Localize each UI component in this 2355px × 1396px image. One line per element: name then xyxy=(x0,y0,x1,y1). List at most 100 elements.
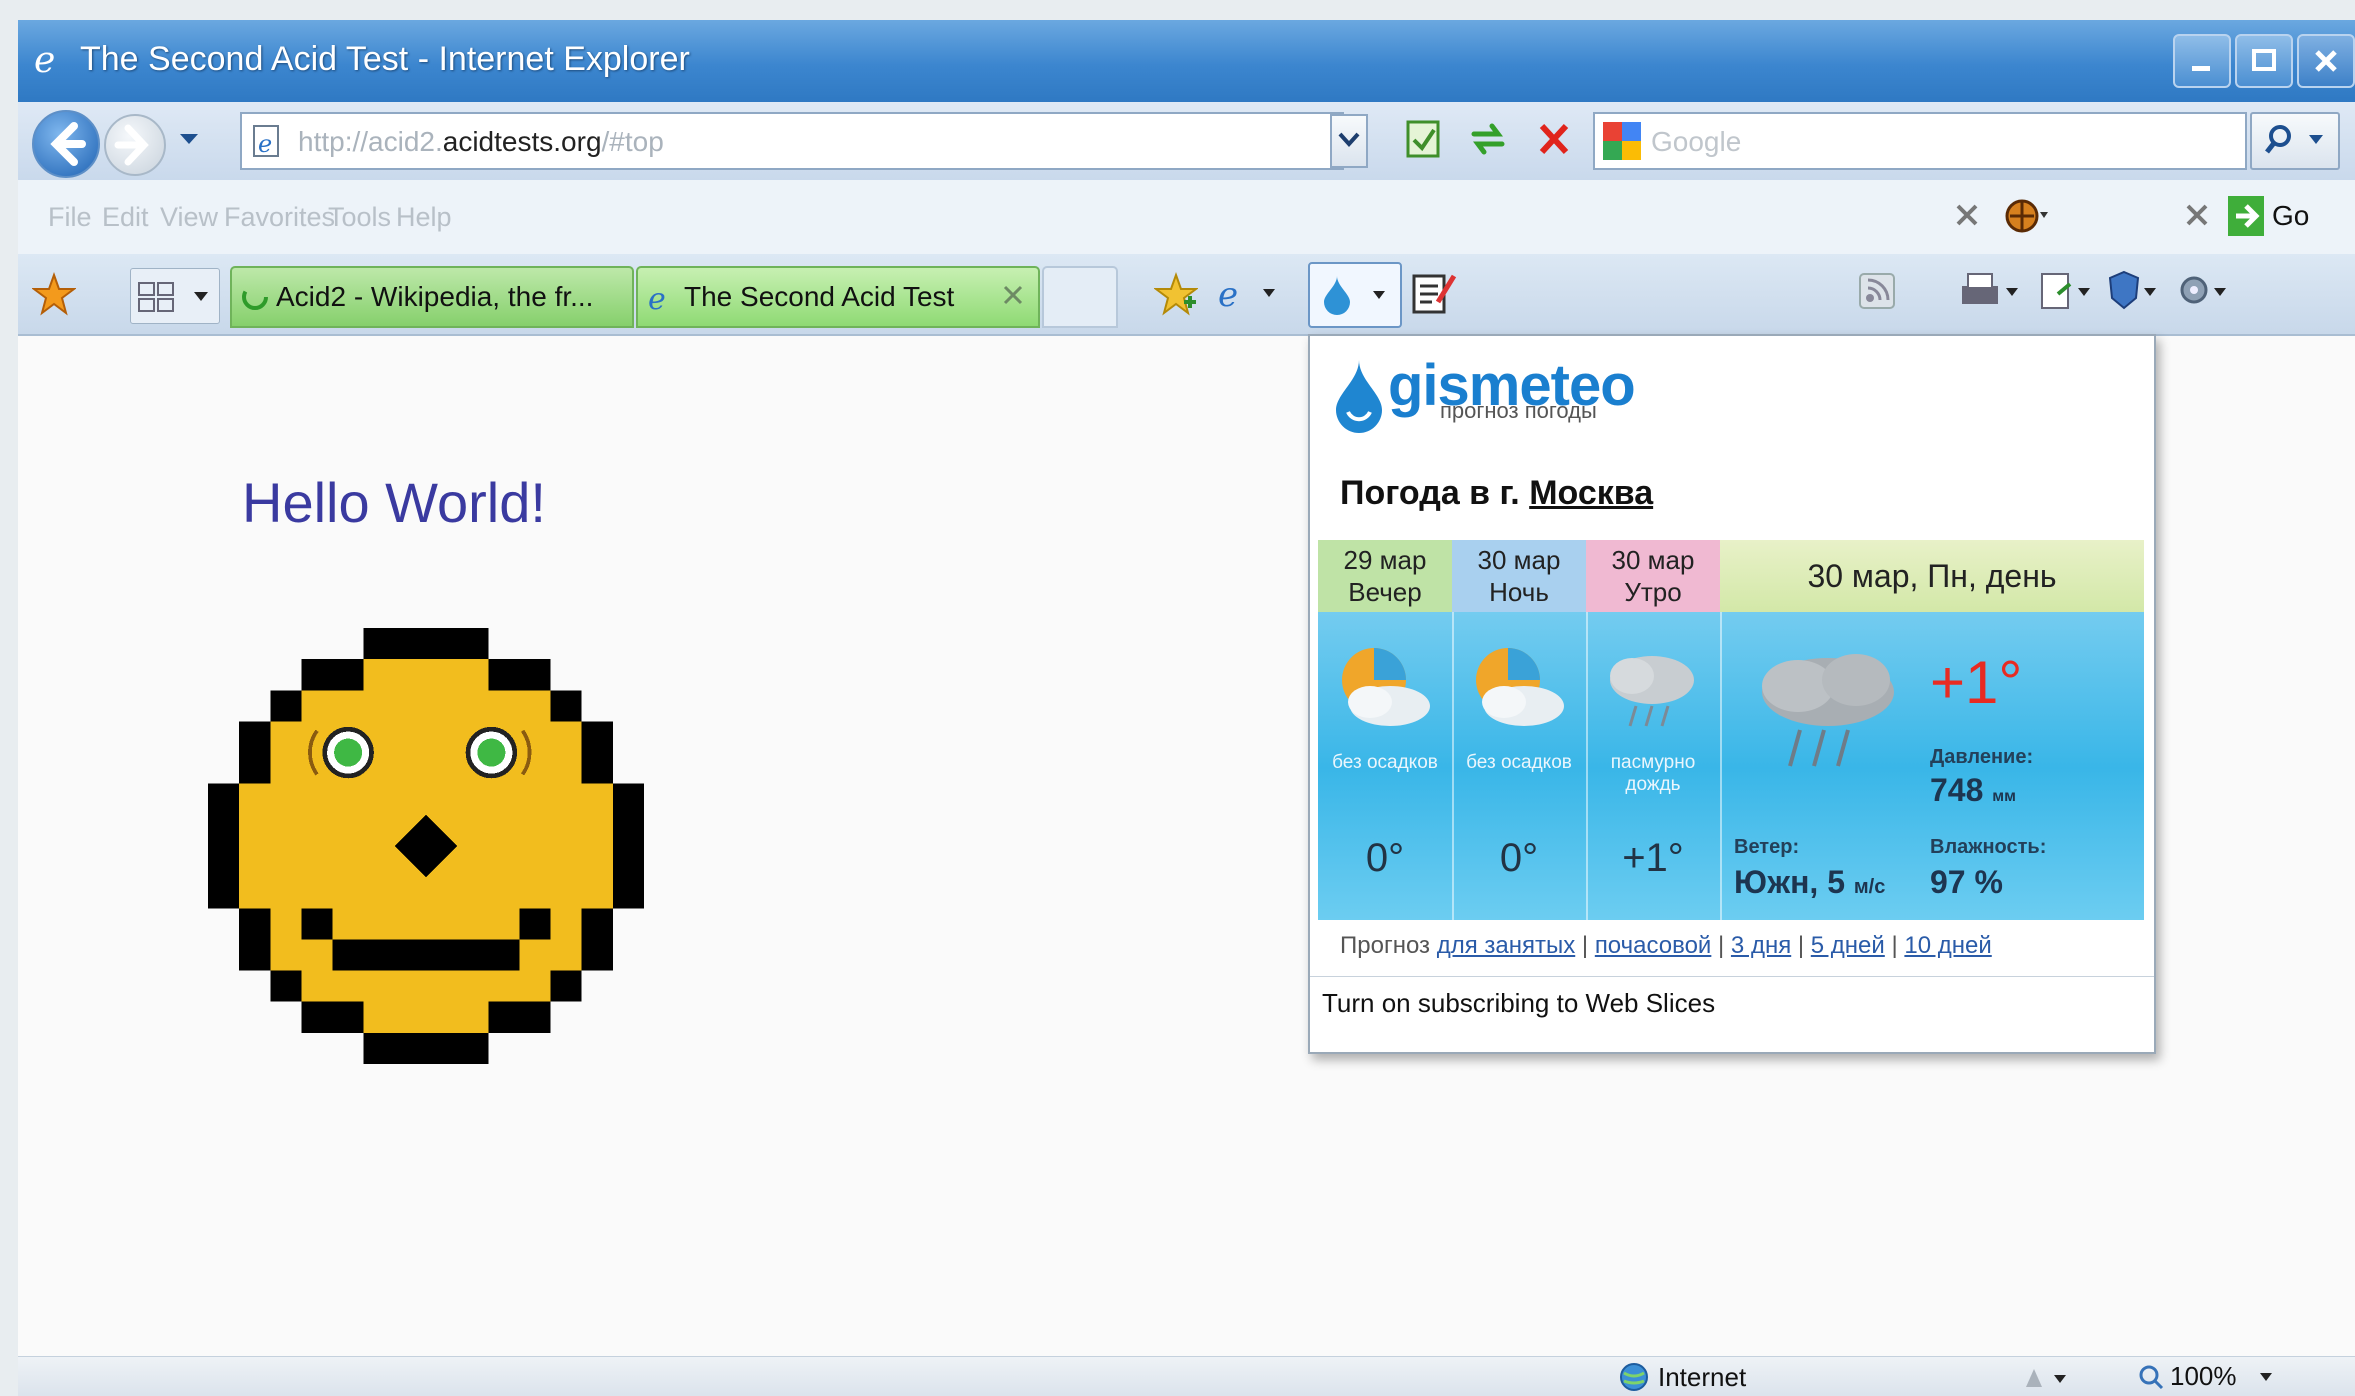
page-menu-icon[interactable] xyxy=(2038,270,2094,314)
rss-feed-icon[interactable] xyxy=(1858,272,1898,312)
zoom-icon xyxy=(2139,1365,2164,1389)
forecast-column-header: 30 мар Ночь xyxy=(1452,540,1586,612)
go-label: Go xyxy=(2272,200,2310,231)
web-slice-popup: gismeteo прогноз погоды Погода в г. Моск… xyxy=(1308,334,2156,1054)
tab-list-chevron-icon xyxy=(194,292,208,301)
toolbar-addon-icon[interactable] xyxy=(2004,196,2050,236)
print-icon[interactable] xyxy=(1958,272,2018,312)
forecast-link-busy[interactable]: для занятых xyxy=(1437,932,1576,959)
tab-label: The Second Acid Test xyxy=(684,281,955,312)
favorites-star-icon[interactable] xyxy=(32,272,76,316)
forecast-date: 29 мар xyxy=(1343,545,1427,575)
gismeteo-drop-icon xyxy=(1336,360,1382,433)
menu-file[interactable]: File xyxy=(48,202,92,233)
globe-icon xyxy=(1620,1363,1648,1391)
forecast-link-3-days[interactable]: 3 дня xyxy=(1731,932,1791,959)
close-links-toolbar-icon[interactable] xyxy=(2184,202,2210,228)
forecast-period: Ночь xyxy=(1489,577,1549,607)
protected-mode-icon[interactable] xyxy=(2018,1363,2072,1393)
status-bar: Internet 100% xyxy=(18,1356,2355,1396)
weather-forecast-grid: 29 мар Вечер без осадков 0° 30 мар Ночь бе… xyxy=(1318,540,2144,920)
menu-help[interactable]: Help xyxy=(396,202,452,233)
forecast-period: Утро xyxy=(1624,577,1682,607)
svg-text:e: e xyxy=(258,130,272,158)
forecast-date: 30 мар xyxy=(1477,545,1561,575)
menu-tools[interactable]: Tools xyxy=(328,202,391,233)
feeds-dropdown-button[interactable]: e xyxy=(1216,268,1282,322)
current-conditions: 30 мар, Пн, день +1° Давление: 748 мм Ве… xyxy=(1720,540,2144,920)
forecast-links: Прогноз для занятых | почасовой | 3 дня … xyxy=(1340,932,1992,959)
refresh-icon xyxy=(1471,123,1505,155)
partly-cloudy-night-icon xyxy=(1342,648,1430,726)
forecast-link-5-days[interactable]: 5 дней xyxy=(1811,932,1885,959)
tab-acid2-wikipedia[interactable]: Acid2 - Wikipedia, the fr... xyxy=(230,266,634,328)
current-temperature: +1° xyxy=(1930,649,2023,716)
search-input[interactable]: Google xyxy=(1593,112,2247,170)
back-button[interactable] xyxy=(32,110,100,178)
forecast-period: Вечер xyxy=(1348,577,1422,607)
maximize-icon xyxy=(2252,49,2276,71)
forecast-column-morning: 30 мар Утро пасмурно дождь +1° xyxy=(1586,540,1722,920)
chevron-down-icon xyxy=(1338,132,1360,147)
tab-second-acid-test[interactable]: e The Second Acid Test xyxy=(636,266,1040,328)
forecast-temperature: +1° xyxy=(1622,836,1684,880)
go-button[interactable]: Go xyxy=(2226,192,2309,240)
menu-view[interactable]: View xyxy=(160,202,218,233)
city-link[interactable]: Москва xyxy=(1529,474,1653,512)
ie-page-icon: e xyxy=(648,282,666,313)
subscribe-web-slices-link[interactable]: Turn on subscribing to Web Slices xyxy=(1322,988,1715,1019)
compatibility-view-button[interactable] xyxy=(1400,114,1448,164)
address-text: http://acid2.acidtests.org/#top xyxy=(298,126,664,158)
forecast-link-hourly[interactable]: почасовой xyxy=(1595,932,1712,959)
stop-button[interactable] xyxy=(1530,114,1578,164)
go-arrow-icon xyxy=(2228,196,2264,236)
popup-divider xyxy=(1310,976,2154,977)
refresh-button[interactable] xyxy=(1464,114,1512,164)
pressure-number: 748 xyxy=(1930,772,1984,808)
tools-gear-icon[interactable] xyxy=(2174,268,2230,314)
gismeteo-drop-icon xyxy=(1324,276,1350,315)
svg-text:e: e xyxy=(34,40,55,78)
menu-edit[interactable]: Edit xyxy=(102,202,149,233)
partly-cloudy-night-icon xyxy=(1476,648,1564,726)
search-options-chevron-icon xyxy=(2309,135,2323,144)
gismeteo-subtitle: прогноз погоды xyxy=(1440,398,1597,423)
close-tab-icon[interactable] xyxy=(1002,284,1024,306)
minimize-button[interactable] xyxy=(2173,34,2231,88)
forecast-column-night: 30 мар Ночь без осадков 0° xyxy=(1452,540,1588,920)
address-dropdown-button[interactable] xyxy=(1330,114,1368,168)
pressure-unit: мм xyxy=(1992,788,2016,805)
forecast-link-10-days[interactable]: 10 дней xyxy=(1904,932,1991,959)
recent-pages-dropdown-icon[interactable] xyxy=(178,132,200,146)
title-bar: e The Second Acid Test - Internet Explor… xyxy=(18,20,2355,102)
new-tab-button[interactable] xyxy=(1042,266,1118,328)
zoom-control[interactable]: 100% xyxy=(2138,1361,2273,1392)
maximize-button[interactable] xyxy=(2235,34,2293,88)
forward-button[interactable] xyxy=(104,114,166,176)
wind-unit: м/с xyxy=(1853,876,1886,898)
menu-favorites[interactable]: Favorites xyxy=(224,202,335,233)
ie-feeds-icon: e xyxy=(1218,275,1238,315)
chevron-down-icon xyxy=(1373,291,1385,299)
forecast-prefix: Прогноз xyxy=(1340,932,1431,959)
close-button[interactable] xyxy=(2297,34,2355,88)
compatibility-view-icon xyxy=(1406,120,1440,158)
quick-tabs-button[interactable] xyxy=(130,268,220,324)
add-favorite-icon[interactable] xyxy=(1154,272,1198,316)
url-prefix: http://acid2. xyxy=(298,126,443,157)
address-bar[interactable]: e http://acid2.acidtests.org/#top xyxy=(240,112,1344,170)
search-placeholder: Google xyxy=(1651,126,1742,157)
wind-value: Южн, 5 м/с xyxy=(1734,864,1885,901)
close-icon xyxy=(2315,50,2337,72)
close-toolbar-icon[interactable] xyxy=(1954,202,1980,228)
edit-slice-icon[interactable] xyxy=(1408,268,1458,318)
page-heading: Hello World! xyxy=(242,471,546,534)
url-suffix: /#top xyxy=(601,126,664,157)
humidity-value: 97 % xyxy=(1930,864,2003,900)
forecast-column-evening: 29 мар Вечер без осадков 0° xyxy=(1318,540,1454,920)
search-button[interactable] xyxy=(2250,112,2340,170)
web-slice-button[interactable] xyxy=(1308,262,1402,328)
zone-label: Internet xyxy=(1658,1361,1747,1392)
back-arrow-icon xyxy=(50,122,86,166)
safety-menu-icon[interactable] xyxy=(2104,268,2160,314)
